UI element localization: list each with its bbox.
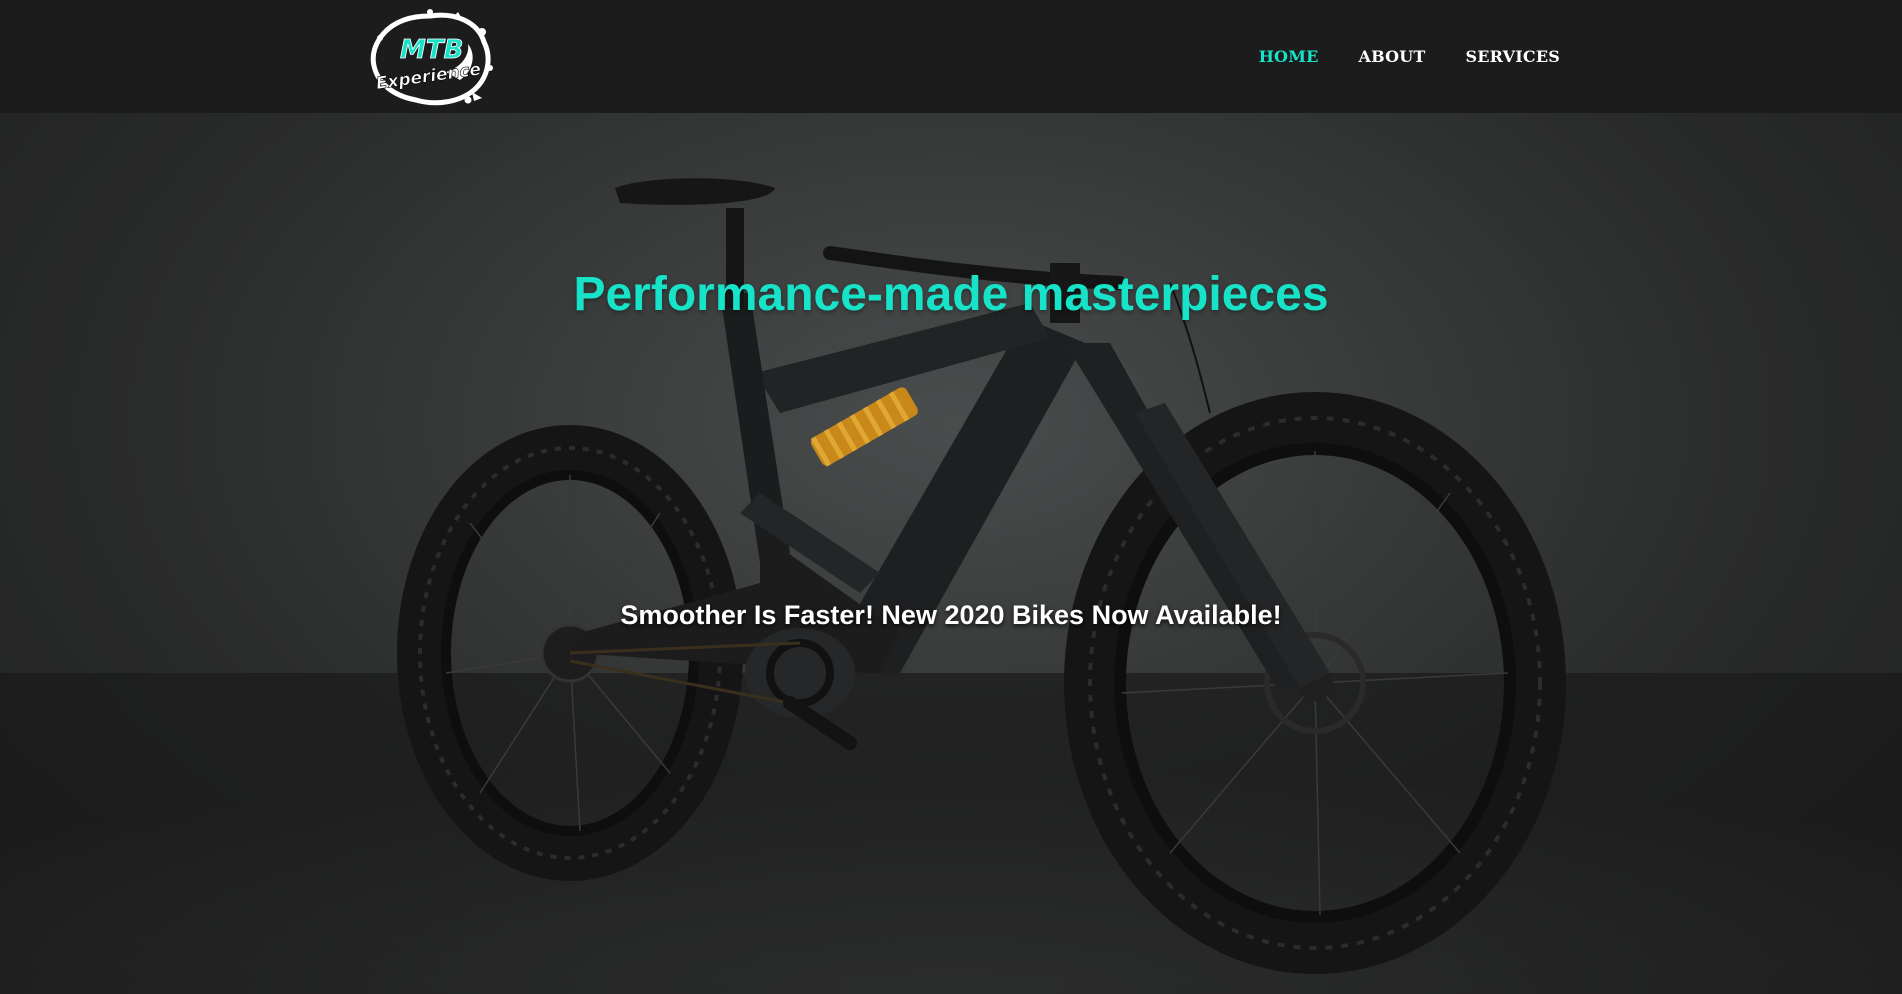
navbar: MTB Experience HOME ABOUT SERVICES [0,0,1902,113]
hero-headline: Performance-made masterpieces [573,268,1329,322]
mountain-bike-image [0,178,1902,994]
nav-services-link[interactable]: SERVICES [1466,47,1560,66]
page: MTB Experience HOME ABOUT SERVICES Perfo… [0,0,1902,994]
site-logo[interactable]: MTB Experience [360,8,500,108]
mtb-experience-logo-icon: MTB Experience [370,9,493,106]
main-nav: HOME ABOUT SERVICES [1259,0,1560,113]
nav-about-link[interactable]: ABOUT [1359,47,1426,66]
hero-subheadline: Smoother Is Faster! New 2020 Bikes Now A… [620,600,1282,630]
logo-text-mtb: MTB [400,35,463,65]
hero-section: Performance-made masterpieces Smoother I… [0,113,1902,994]
nav-home-link[interactable]: HOME [1259,47,1319,66]
